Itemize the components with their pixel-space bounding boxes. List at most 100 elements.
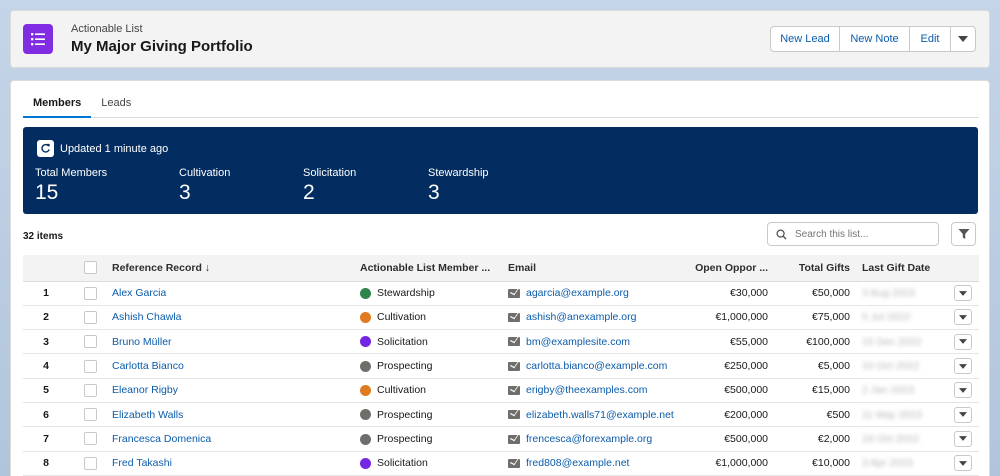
page-header: Actionable List My Major Giving Portfoli… [10,10,990,68]
row-checkbox[interactable] [84,456,97,470]
hand-icon [360,336,371,348]
filter-icon [958,229,969,239]
total-gifts: €75,000 [812,311,850,324]
search-input[interactable]: Search this list... [795,229,868,240]
col-member-status[interactable]: Actionable List Member ... [360,255,508,282]
table-row: 1 Alex Garcia Stewardship agarcia@example.o… [23,281,979,306]
chevron-down-icon [958,36,968,42]
record-link[interactable]: Ashish Chawla [112,311,181,323]
email-link[interactable]: frencesca@forexample.org [526,433,652,445]
chevron-down-icon [959,315,967,320]
row-number: 7 [43,432,49,445]
members-table: Reference Record ↓ Actionable List Membe… [23,255,979,476]
table-row: 5 Eleanor Rigby Cultivation erigby@theexamp… [23,378,979,403]
row-action-button[interactable] [954,455,972,472]
total-gifts: €500 [826,408,850,421]
row-action-button[interactable] [954,285,972,302]
email-link[interactable]: bm@examplesite.com [526,336,630,348]
row-action-button[interactable] [954,358,972,375]
email-link[interactable]: fred808@example.net [526,457,629,469]
row-checkbox[interactable] [84,359,97,373]
email-link[interactable]: agarcia@example.org [526,287,629,299]
member-status: Prospecting [377,360,433,373]
row-action-button[interactable] [954,430,972,447]
refresh-button[interactable] [37,140,54,157]
ellipsis-icon [360,360,371,372]
col-reference-record[interactable]: Reference Record ↓ [112,255,360,282]
email-link[interactable]: elizabeth.walls71@example.net [526,409,674,421]
email-link[interactable]: carlotta.bianco@example.com [526,360,667,372]
member-status: Solicitation [377,457,428,470]
row-checkbox[interactable] [84,310,97,324]
title-block: Actionable List My Major Giving Portfoli… [71,23,253,55]
open-opportunities: €55,000 [730,335,768,348]
last-gift-date: 11 May 2023 [862,408,922,421]
record-link[interactable]: Eleanor Rigby [112,384,178,396]
open-opportunities: €250,000 [724,360,768,373]
check-circle-icon [360,287,371,299]
main-card: Members Leads Updated 1 minute ago Total… [10,80,990,476]
last-gift-date: 10 Oct 2022 [862,360,920,373]
new-note-button[interactable]: New Note [839,26,910,52]
tab-leads[interactable]: Leads [91,91,141,118]
record-link[interactable]: Carlotta Bianco [112,360,184,372]
last-gift-date: 3 Apr 2023 [862,457,913,470]
last-gift-date: 3 Aug 2023 [862,287,916,300]
record-link[interactable]: Elizabeth Walls [112,409,183,421]
last-gift-date: 15 Dec 2022 [862,335,922,348]
col-total-gifts[interactable]: Total Gifts [768,255,850,282]
select-all-checkbox[interactable] [84,261,97,275]
chevron-down-icon [959,436,967,442]
row-action-button[interactable] [954,382,972,399]
record-link[interactable]: Francesca Domenica [112,433,211,445]
search-icon [776,228,787,240]
row-checkbox[interactable] [84,383,97,397]
open-opportunities: €1,000,000 [715,311,768,324]
row-number: 6 [43,408,49,421]
metric-total-members: Total Members 15 [35,167,107,205]
row-checkbox[interactable] [84,335,97,349]
email-icon [508,434,520,444]
table-row: 7 Francesca Domenica Prospecting frencesca@… [23,427,979,452]
filter-button[interactable] [951,222,976,246]
record-link[interactable]: Bruno Müller [112,336,172,348]
row-number: 1 [43,287,49,300]
search-box[interactable]: Search this list... [767,222,939,246]
col-email[interactable]: Email [508,255,676,282]
col-last-gift-date[interactable]: Last Gift Date [850,255,947,282]
record-link[interactable]: Fred Takashi [112,457,172,469]
edit-button[interactable]: Edit [909,26,951,52]
record-link[interactable]: Alex Garcia [112,287,166,299]
more-actions-button[interactable] [950,26,976,52]
member-status: Stewardship [377,287,435,300]
tab-members[interactable]: Members [23,91,92,118]
row-number: 8 [43,457,49,470]
metric-value: 3 [428,181,440,204]
row-action-button[interactable] [954,309,972,326]
total-gifts: €2,000 [817,432,850,445]
select-all-checkbox-cell[interactable] [69,255,112,282]
col-open-opportunities[interactable]: Open Oppor ... [676,255,768,282]
member-status: Prospecting [377,432,433,445]
tab-bar: Members Leads [23,91,979,118]
email-link[interactable]: erigby@theexamples.com [526,384,648,396]
table-row: 6 Elizabeth Walls Prospecting elizabeth.wal… [23,402,979,427]
chat-icon [360,312,371,324]
row-action-button[interactable] [954,333,972,350]
total-gifts: €15,000 [812,384,850,397]
ellipsis-icon [360,409,371,421]
row-action-button[interactable] [954,406,972,423]
email-icon [508,410,520,420]
table-row: 4 Carlotta Bianco Prospecting carlotta.bian… [23,354,979,379]
total-gifts: €10,000 [812,457,850,470]
open-opportunities: €200,000 [724,408,768,421]
email-link[interactable]: ashish@anexample.org [526,311,636,323]
last-gift-date: 18 Oct 2022 [862,432,920,445]
row-checkbox[interactable] [84,408,97,422]
row-checkbox[interactable] [84,286,97,300]
new-lead-button[interactable]: New Lead [770,26,840,52]
open-opportunities: €30,000 [730,287,768,300]
table-header-row: Reference Record ↓ Actionable List Membe… [23,255,979,282]
row-checkbox[interactable] [84,432,97,446]
email-icon [508,337,520,347]
